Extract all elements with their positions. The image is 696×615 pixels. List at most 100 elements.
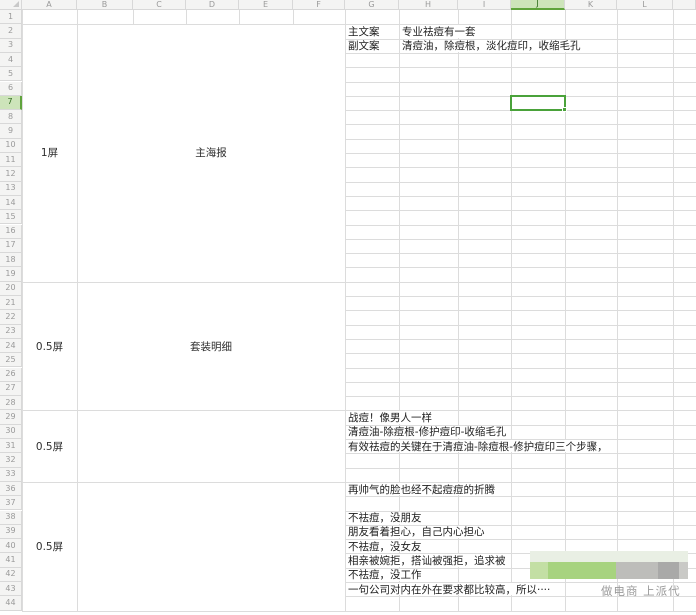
row-header-4[interactable]: 4 xyxy=(0,53,22,67)
row-header-40[interactable]: 40 xyxy=(0,539,22,553)
censor-block xyxy=(530,551,688,562)
row-header-6[interactable]: 6 xyxy=(0,82,22,96)
row-header-32[interactable]: 32 xyxy=(0,453,22,467)
column-header-C[interactable]: C xyxy=(133,0,186,10)
cell-G38[interactable]: 不祛痘，没朋友 xyxy=(347,512,422,524)
cell-G31[interactable]: 有效祛痘的关键在于清痘油-除痘根-修护痘印三个步骤， xyxy=(347,440,608,452)
column-header-partial[interactable] xyxy=(673,0,696,10)
row-header-2[interactable]: 2 xyxy=(0,24,22,38)
cell-G39[interactable]: 朋友看着担心，自己内心担心 xyxy=(347,526,485,538)
column-header-G[interactable]: G xyxy=(345,0,399,10)
row-header-12[interactable]: 12 xyxy=(0,167,22,181)
gridline xyxy=(345,382,696,383)
selected-cell-J7[interactable] xyxy=(510,95,566,111)
row-header-10[interactable]: 10 xyxy=(0,139,22,153)
gridline xyxy=(345,296,696,297)
cell-G42[interactable]: 不祛痘，没工作 xyxy=(347,569,422,581)
row-header-7[interactable]: 7 xyxy=(0,96,22,110)
column-header-L[interactable]: L xyxy=(617,0,673,10)
merged-cell-content-2[interactable]: 主海报 xyxy=(77,24,345,281)
censor-block xyxy=(548,562,616,579)
row-header-18[interactable]: 18 xyxy=(0,253,22,267)
cell-G30[interactable]: 清痘油-除痘根-修护痘印-收缩毛孔 xyxy=(347,426,506,438)
row-header-19[interactable]: 19 xyxy=(0,267,22,281)
row-header-31[interactable]: 31 xyxy=(0,439,22,453)
gridline xyxy=(345,396,696,397)
cell-G36[interactable]: 再帅气的脸也经不起痘痘的折腾 xyxy=(347,483,495,495)
column-header-F[interactable]: F xyxy=(293,0,345,10)
spreadsheet: 做电商 上派代 ABCDEFGHIJKL12345678910111213141… xyxy=(0,0,696,615)
gridline xyxy=(345,225,696,226)
merged-cell-screen-36[interactable]: 0.5屏 xyxy=(22,482,77,611)
row-header-3[interactable]: 3 xyxy=(0,39,22,53)
gridline xyxy=(345,153,696,154)
merged-cell-screen-2[interactable]: 1屏 xyxy=(22,24,77,281)
gridline xyxy=(239,10,240,24)
column-header-H[interactable]: H xyxy=(399,0,458,10)
row-header-41[interactable]: 41 xyxy=(0,553,22,567)
row-header-24[interactable]: 24 xyxy=(0,339,22,353)
merged-cell-screen-29[interactable]: 0.5屏 xyxy=(22,410,77,482)
row-header-36[interactable]: 36 xyxy=(0,482,22,496)
gridline xyxy=(345,67,696,68)
row-header-1[interactable]: 1 xyxy=(0,10,22,24)
row-header-42[interactable]: 42 xyxy=(0,568,22,582)
row-header-13[interactable]: 13 xyxy=(0,182,22,196)
row-header-8[interactable]: 8 xyxy=(0,110,22,124)
column-header-E[interactable]: E xyxy=(239,0,293,10)
row-header-14[interactable]: 14 xyxy=(0,196,22,210)
gridline xyxy=(345,139,696,140)
censor-block xyxy=(530,562,548,579)
gridline xyxy=(22,611,696,612)
row-header-37[interactable]: 37 xyxy=(0,496,22,510)
select-all-corner[interactable] xyxy=(0,0,22,10)
column-header-K[interactable]: K xyxy=(565,0,617,10)
cell-H3[interactable]: 清痘油，除痘根，淡化痘印，收缩毛孔 xyxy=(401,40,581,52)
merged-cell-content-20[interactable]: 套装明细 xyxy=(77,282,345,411)
cell-G43[interactable]: 一句公司对内在外在要求都比较高，所以···· xyxy=(347,583,550,595)
fill-handle[interactable] xyxy=(562,107,567,112)
gridline xyxy=(345,468,696,469)
column-header-J[interactable]: J xyxy=(511,0,565,10)
merged-cell-content-36[interactable] xyxy=(77,482,345,611)
gridline xyxy=(345,210,696,211)
row-header-22[interactable]: 22 xyxy=(0,310,22,324)
row-header-43[interactable]: 43 xyxy=(0,582,22,596)
row-header-44[interactable]: 44 xyxy=(0,596,22,610)
row-header-39[interactable]: 39 xyxy=(0,525,22,539)
cell-G3[interactable]: 副文案 xyxy=(347,40,380,52)
gridline xyxy=(345,368,696,369)
row-header-17[interactable]: 17 xyxy=(0,239,22,253)
column-header-B[interactable]: B xyxy=(77,0,133,10)
cell-G41[interactable]: 相亲被婉拒，搭讪被强拒，追求被 xyxy=(347,554,506,566)
row-header-20[interactable]: 20 xyxy=(0,282,22,296)
gridline xyxy=(345,267,696,268)
cell-G2[interactable]: 主文案 xyxy=(347,25,380,37)
cell-G40[interactable]: 不祛痘，没女友 xyxy=(347,540,422,552)
cell-G29[interactable]: 战痘！像男人一样 xyxy=(347,411,432,423)
column-header-A[interactable]: A xyxy=(22,0,77,10)
row-header-33[interactable]: 33 xyxy=(0,468,22,482)
cell-H2[interactable]: 专业祛痘有一套 xyxy=(401,25,476,37)
row-header-28[interactable]: 28 xyxy=(0,396,22,410)
row-header-25[interactable]: 25 xyxy=(0,353,22,367)
row-header-26[interactable]: 26 xyxy=(0,368,22,382)
gridline xyxy=(345,325,696,326)
column-header-I[interactable]: I xyxy=(458,0,511,10)
row-header-27[interactable]: 27 xyxy=(0,382,22,396)
column-header-D[interactable]: D xyxy=(186,0,239,10)
row-header-16[interactable]: 16 xyxy=(0,225,22,239)
row-header-9[interactable]: 9 xyxy=(0,124,22,138)
row-header-5[interactable]: 5 xyxy=(0,67,22,81)
gridline xyxy=(345,82,696,83)
row-header-29[interactable]: 29 xyxy=(0,410,22,424)
row-header-11[interactable]: 11 xyxy=(0,153,22,167)
row-header-38[interactable]: 38 xyxy=(0,511,22,525)
row-header-15[interactable]: 15 xyxy=(0,210,22,224)
merged-cell-content-29[interactable] xyxy=(77,410,345,482)
row-header-23[interactable]: 23 xyxy=(0,325,22,339)
gridline xyxy=(345,339,696,340)
row-header-30[interactable]: 30 xyxy=(0,425,22,439)
merged-cell-screen-20[interactable]: 0.5屏 xyxy=(22,282,77,411)
row-header-21[interactable]: 21 xyxy=(0,296,22,310)
